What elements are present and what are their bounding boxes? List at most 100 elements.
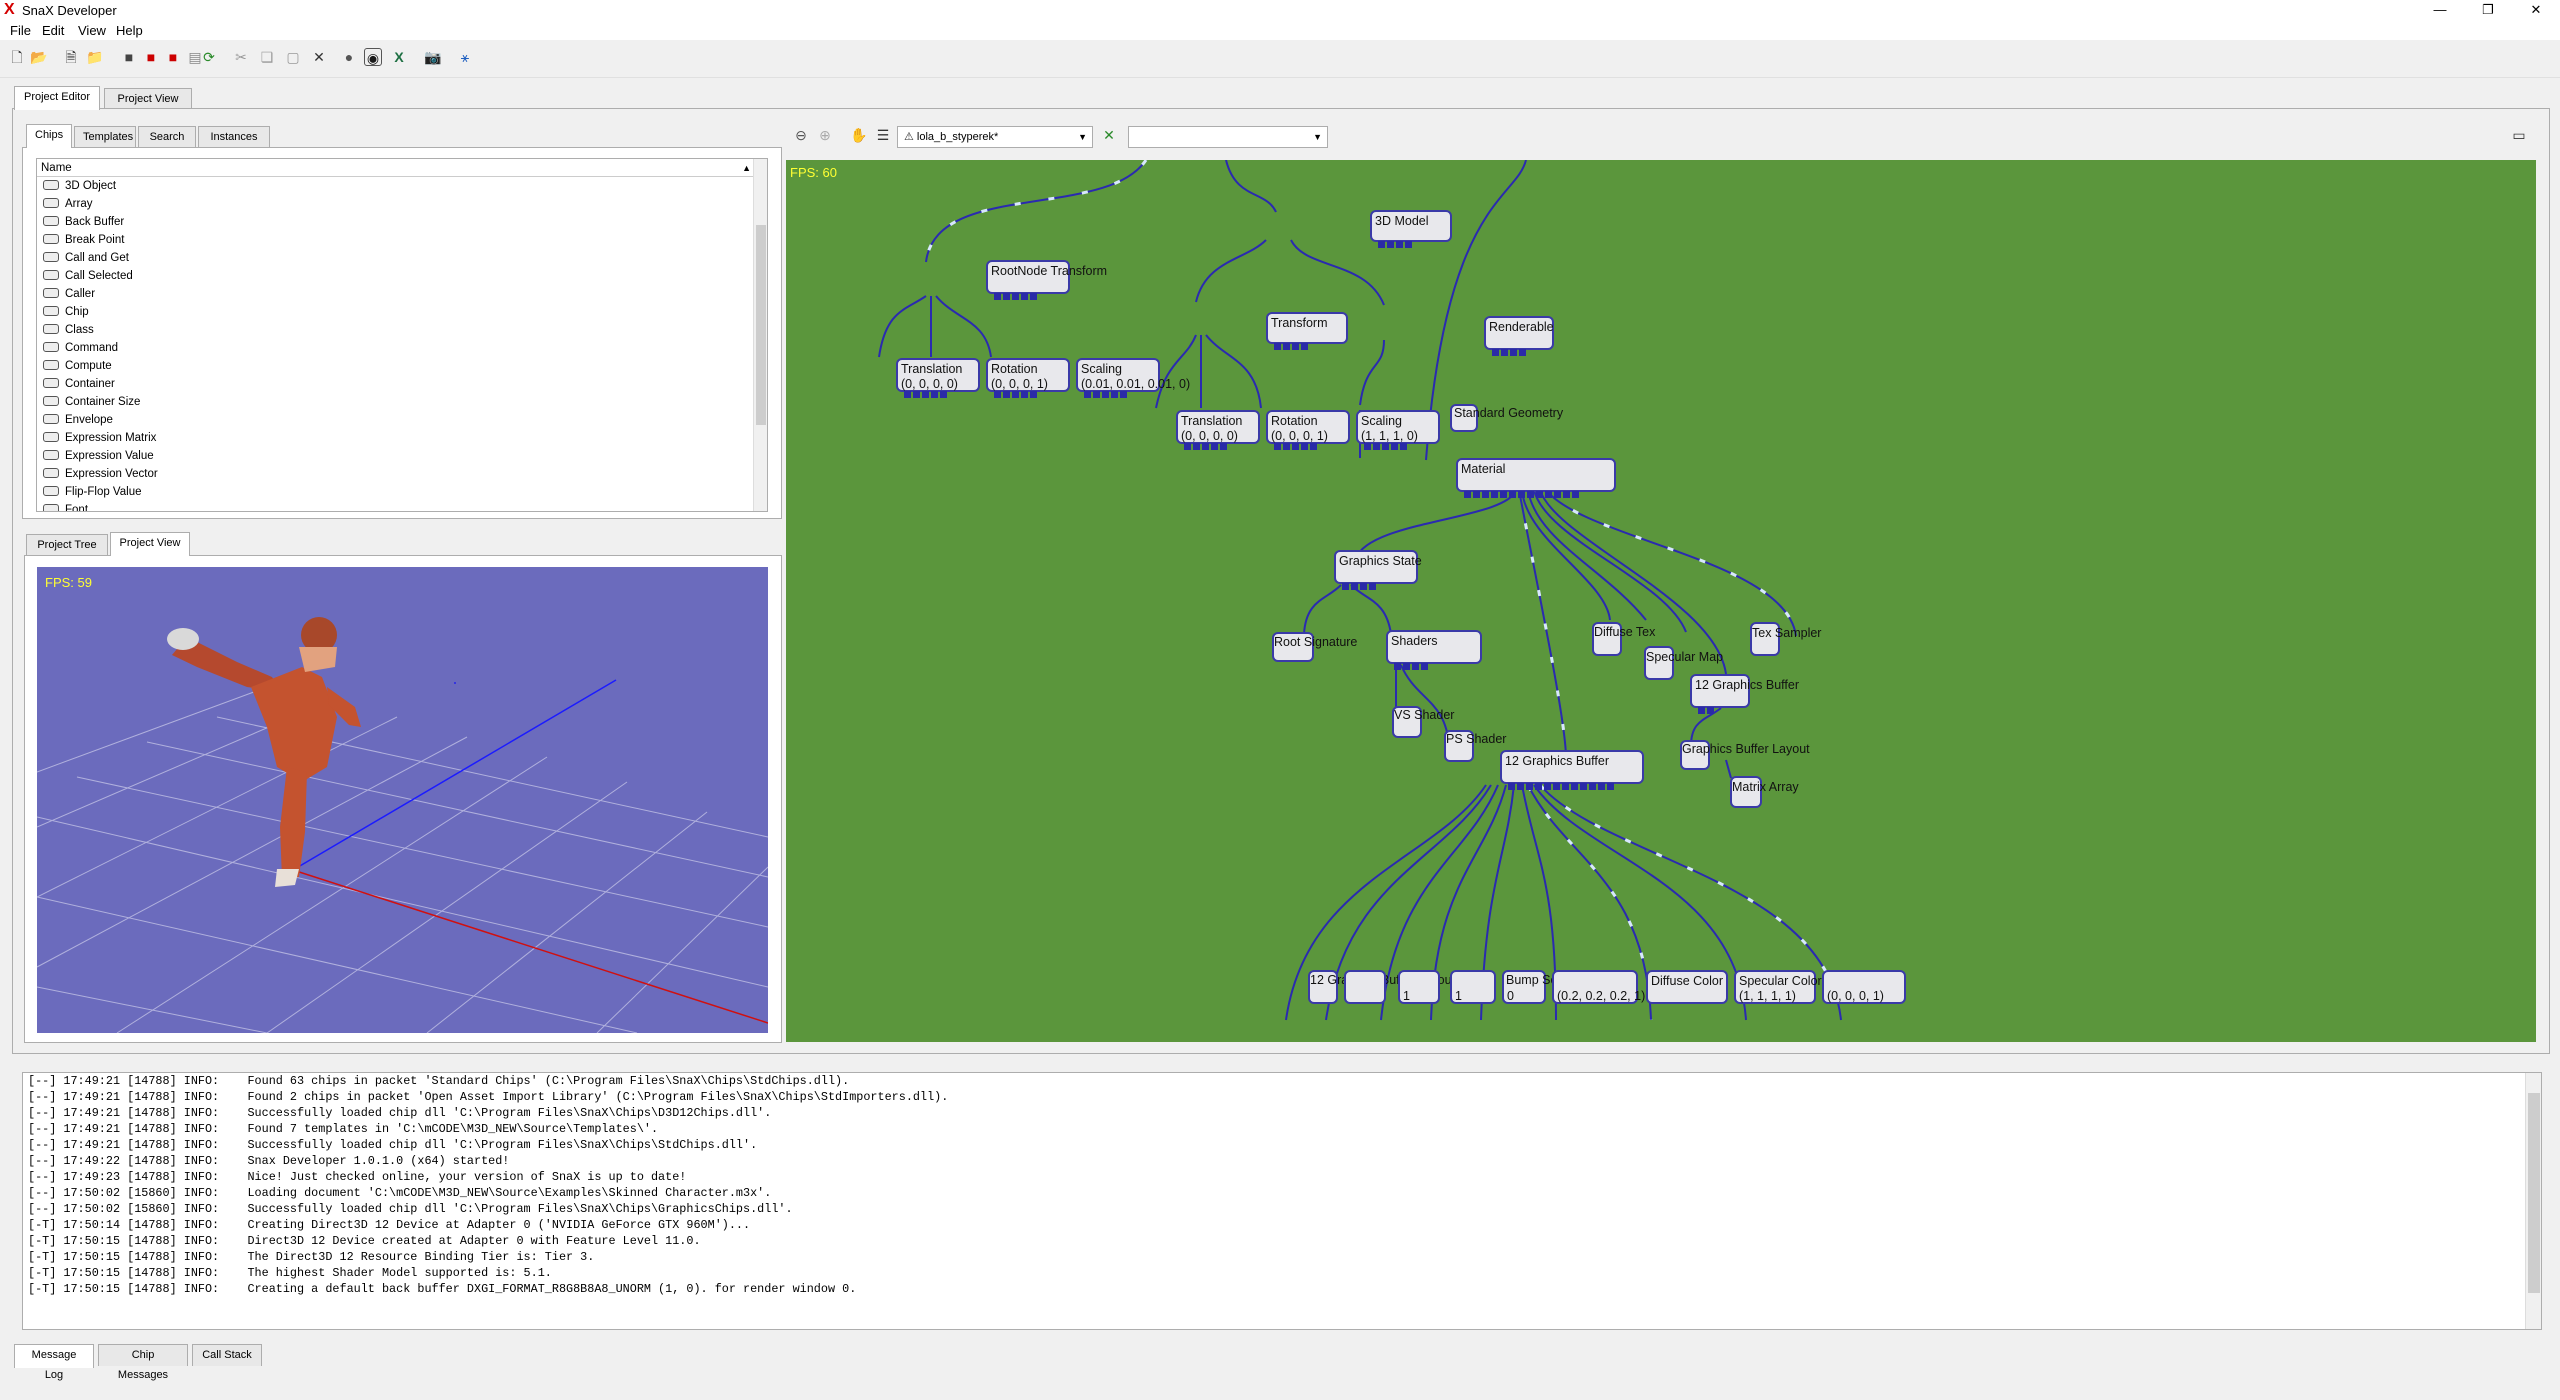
log-line: [--] 17:50:02 [15860] INFO: Loading docu… (28, 1186, 772, 1200)
tab-search[interactable]: Search (138, 126, 196, 148)
chip-list-item[interactable]: Expression Matrix (37, 429, 767, 447)
chip-list-item[interactable]: Caller (37, 285, 767, 303)
tab-project-view-main[interactable]: Project View (104, 88, 192, 110)
window-icon[interactable]: ▭ (2510, 126, 2528, 144)
chip-list-item[interactable]: Expression Vector (37, 465, 767, 483)
save-as-icon[interactable]: ■ (164, 48, 182, 66)
tab-project-tree[interactable]: Project Tree (26, 534, 108, 556)
menu-help[interactable]: Help (116, 23, 143, 38)
tab-chips[interactable]: Chips (26, 124, 72, 148)
hand-icon[interactable]: ✋ (850, 126, 868, 144)
chip-list-scrollbar[interactable] (753, 159, 767, 511)
node-tex-sampler-label: Tex Sampler (1752, 626, 1822, 640)
node-scaling-2[interactable]: Scaling (1, 1, 1, 0) (1356, 410, 1440, 450)
tab-templates[interactable]: Templates (74, 126, 136, 148)
tab-project-editor[interactable]: Project Editor (14, 86, 100, 110)
copy-icon[interactable]: ❏ (258, 48, 276, 66)
chip-list-item[interactable]: 3D Object (37, 177, 767, 195)
open-doc-icon[interactable]: 📁 (86, 48, 104, 66)
node-bottom-4[interactable]: 1 (1450, 970, 1496, 1004)
refresh-icon[interactable]: ⟳ (200, 48, 218, 66)
open-icon[interactable]: 📂 (30, 48, 48, 66)
splitter[interactable] (12, 1058, 2550, 1064)
node-bottom-3[interactable]: 1 (1398, 970, 1440, 1004)
3d-viewport[interactable]: FPS: 59 (37, 567, 768, 1033)
node-rotation[interactable]: Rotation (0, 0, 0, 1) (986, 358, 1070, 398)
chip-list-header[interactable]: Name ▲ (37, 159, 767, 177)
node-12-graphics-buffer[interactable]: 12 Graphics Buffer (1500, 750, 1644, 790)
list-icon[interactable]: ☰ (874, 126, 892, 144)
chip-list-item[interactable]: Call and Get (37, 249, 767, 267)
save-icon[interactable]: ■ (120, 48, 138, 66)
node-scaling[interactable]: Scaling (0.01, 0.01, 0.01, 0) (1076, 358, 1190, 398)
node-transform[interactable]: Transform (1266, 312, 1348, 350)
scrollbar-thumb[interactable] (756, 225, 766, 425)
new-doc-icon[interactable]: 🗎 (62, 48, 80, 66)
chip-list-item[interactable]: Back Buffer (37, 213, 767, 231)
tab-instances[interactable]: Instances (198, 126, 270, 148)
stop-icon[interactable]: ◉ (364, 48, 382, 66)
camera-icon[interactable]: 📷 (424, 48, 442, 66)
save-all-icon[interactable]: ■ (142, 48, 160, 66)
node-rootnode-transform[interactable]: RootNode Transform (986, 260, 1107, 300)
node-shaders[interactable]: Shaders (1386, 630, 1482, 670)
node-diffuse-color[interactable]: Diffuse Color (1646, 970, 1728, 1004)
chip-icon (43, 198, 59, 208)
chip-list-item[interactable]: Container Size (37, 393, 767, 411)
chip-list-item[interactable]: Command (37, 339, 767, 357)
chip-list: Name ▲ 3D Object Array Back Buffer Break Po… (36, 158, 768, 512)
node-rotation-2-label: Rotation (1271, 414, 1318, 428)
node-translation-2[interactable]: Translation (0, 0, 0, 0) (1176, 410, 1260, 450)
cut-icon[interactable]: ✂ (232, 48, 250, 66)
share-icon[interactable]: ⚹ (456, 48, 474, 66)
run-icon[interactable]: ● (340, 48, 358, 66)
chip-list-item[interactable]: Class (37, 321, 767, 339)
node-3d-model[interactable]: 3D Model (1370, 210, 1452, 248)
node-12-graphics-buffer-small[interactable]: 12 Graphics Buffer (1690, 674, 1799, 714)
tab-call-stack[interactable]: Call Stack (192, 1344, 262, 1366)
node-bottom-9[interactable]: (0, 0, 0, 1) (1822, 970, 1906, 1004)
new-icon[interactable]: 🗋 (8, 48, 26, 66)
chip-list-item[interactable]: Compute (37, 357, 767, 375)
node-graphics-state[interactable]: Graphics State (1334, 550, 1422, 590)
tab-message-log[interactable]: Message Log (14, 1344, 94, 1381)
chip-list-item[interactable]: Chip (37, 303, 767, 321)
scrollbar-thumb[interactable] (2528, 1093, 2540, 1293)
chip-list-item[interactable]: Container (37, 375, 767, 393)
node-translation[interactable]: Translation (0, 0, 0, 0) (896, 358, 980, 398)
chip-graph-canvas[interactable]: FPS: 60 3D Model RootNode Transform Tran… (786, 160, 2536, 1042)
log-line: [--] 17:49:21 [14788] INFO: Found 7 temp… (28, 1122, 659, 1136)
document-combo[interactable]: ⚠ lola_b_styperek* ▼ (897, 126, 1093, 148)
chip-list-item[interactable]: Font (37, 501, 767, 511)
menu-file[interactable]: File (10, 23, 31, 38)
close-window-button[interactable]: ✕ (2516, 1, 2556, 19)
node-specular-color[interactable]: Specular Color (1, 1, 1, 1) (1734, 970, 1822, 1004)
chip-list-item[interactable]: Call Selected (37, 267, 767, 285)
node-material[interactable]: Material (1456, 458, 1616, 498)
chip-list-item[interactable]: Break Point (37, 231, 767, 249)
node-bottom-6[interactable]: (0.2, 0.2, 0.2, 1) (1552, 970, 1645, 1004)
menu-edit[interactable]: Edit (42, 23, 64, 38)
chip-list-item[interactable]: Expression Value (37, 447, 767, 465)
paste-icon[interactable]: ▢ (284, 48, 302, 66)
node-rotation-2[interactable]: Rotation (0, 0, 0, 1) (1266, 410, 1350, 450)
message-log[interactable]: [--] 17:49:21 [14788] INFO: Found 63 chi… (22, 1072, 2542, 1330)
minimize-button[interactable]: — (2420, 1, 2460, 19)
node-bottom-2[interactable] (1344, 970, 1386, 1004)
tab-project-view[interactable]: Project View (110, 532, 190, 556)
chip-list-item[interactable]: Flip-Flop Value (37, 483, 767, 501)
excel-icon[interactable]: X (390, 48, 408, 66)
tab-chip-messages[interactable]: Chip Messages (98, 1344, 188, 1381)
close-icon[interactable]: ✕ (1100, 126, 1118, 144)
log-scrollbar[interactable] (2525, 1073, 2541, 1329)
delete-icon[interactable]: ✕ (310, 48, 328, 66)
node-renderable[interactable]: Renderable (1484, 316, 1554, 356)
secondary-combo[interactable]: ▼ (1128, 126, 1328, 148)
chip-list-item[interactable]: Array (37, 195, 767, 213)
forward-icon[interactable]: ⊕ (816, 126, 834, 144)
menu-view[interactable]: View (78, 23, 106, 38)
chip-list-item[interactable]: Envelope (37, 411, 767, 429)
chip-list-item-label: Array (65, 198, 93, 210)
maximize-button[interactable]: ❐ (2468, 1, 2508, 19)
back-icon[interactable]: ⊖ (792, 126, 810, 144)
